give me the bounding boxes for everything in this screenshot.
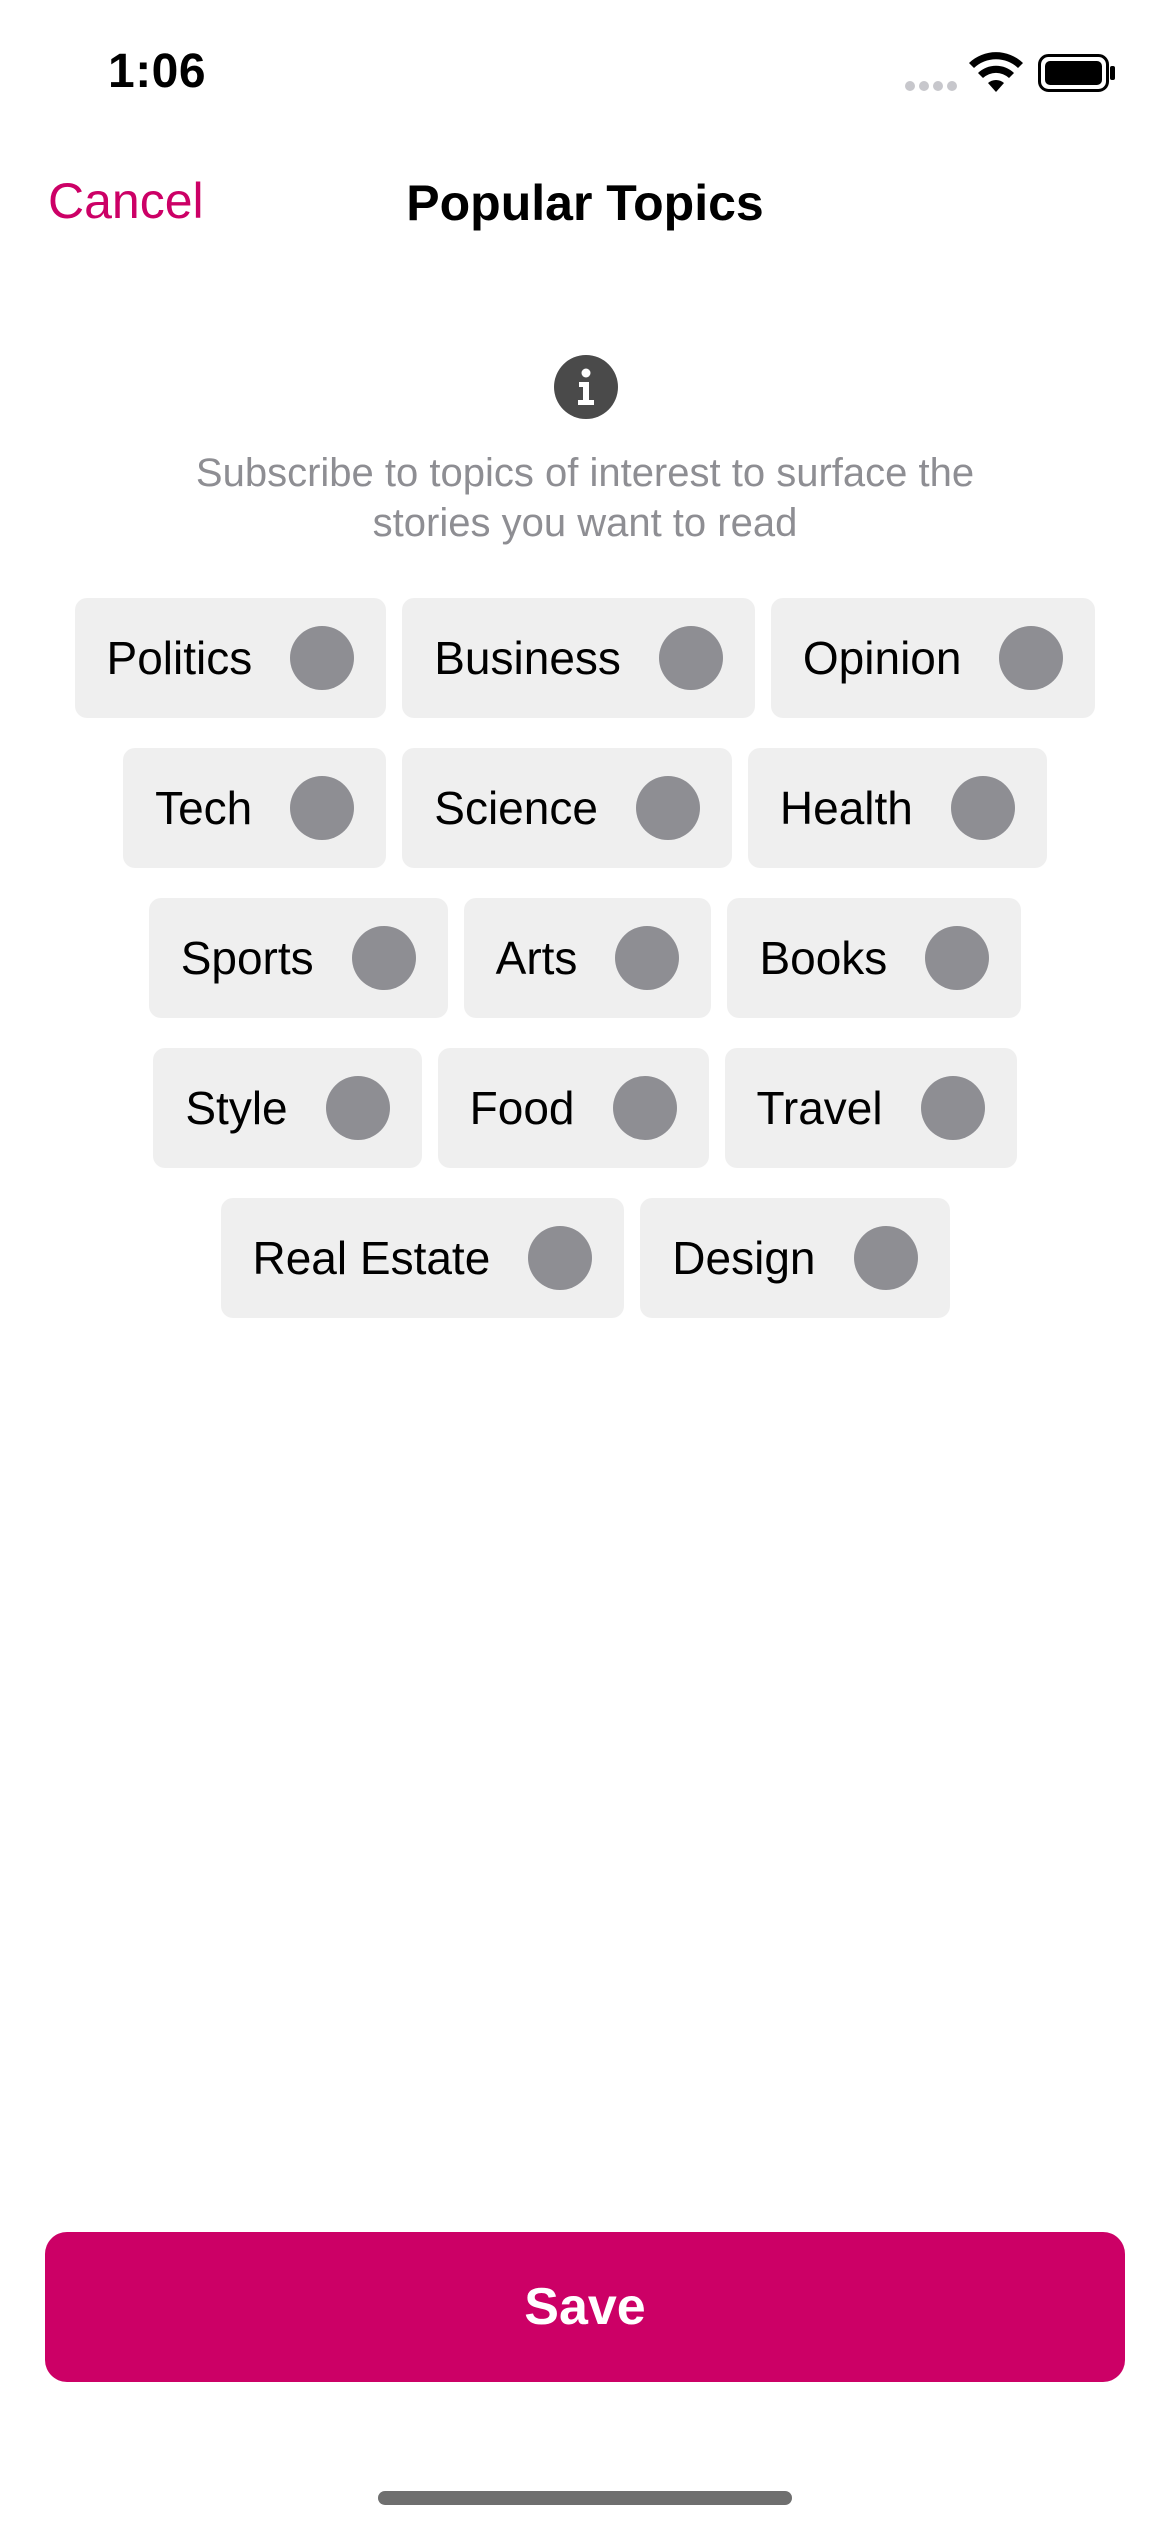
unselected-indicator-icon bbox=[853, 1226, 918, 1290]
topic-chip-label: Books bbox=[759, 932, 888, 984]
info-icon bbox=[554, 355, 618, 419]
topic-chip-label: Real Estate bbox=[252, 1232, 491, 1284]
topic-chip-label: Sports bbox=[180, 932, 314, 984]
topic-chip-label: Politics bbox=[106, 632, 253, 684]
topic-chip-real-estate[interactable]: Real Estate bbox=[220, 1198, 625, 1318]
topic-chip-label: Science bbox=[434, 782, 598, 834]
subtitle: Subscribe to topics of interest to surfa… bbox=[195, 451, 975, 545]
topic-chip-politics[interactable]: Politics bbox=[74, 598, 387, 718]
unselected-indicator-icon bbox=[999, 626, 1064, 690]
battery-icon bbox=[1038, 54, 1115, 92]
nav-bar: Cancel Popular Topics bbox=[0, 150, 1170, 270]
topic-row: Real Estate Design bbox=[0, 1198, 1170, 1318]
topic-chip-label: Tech bbox=[155, 782, 253, 834]
topic-chip-science[interactable]: Science bbox=[402, 748, 732, 868]
topic-row: Tech Science Health bbox=[0, 748, 1170, 868]
signal-icon bbox=[905, 81, 957, 91]
topic-chip-tech[interactable]: Tech bbox=[123, 748, 387, 868]
topic-chips: Politics Business Opinion Tech Science Health… bbox=[0, 598, 1170, 1348]
status-time: 1:06 bbox=[108, 45, 207, 98]
unselected-indicator-icon bbox=[950, 776, 1015, 840]
topic-chip-label: Opinion bbox=[802, 632, 962, 684]
topic-chip-food[interactable]: Food bbox=[437, 1048, 709, 1168]
unselected-indicator-icon bbox=[290, 626, 355, 690]
wifi-icon bbox=[969, 52, 1023, 92]
topic-chip-books[interactable]: Books bbox=[727, 898, 1022, 1018]
topic-row: Style Food Travel bbox=[0, 1048, 1170, 1168]
unselected-indicator-icon bbox=[528, 1226, 593, 1290]
topic-chip-style[interactable]: Style bbox=[153, 1048, 422, 1168]
topic-chip-arts[interactable]: Arts bbox=[463, 898, 712, 1018]
topic-row: Politics Business Opinion bbox=[0, 598, 1170, 718]
topic-chip-opinion[interactable]: Opinion bbox=[770, 598, 1096, 718]
unselected-indicator-icon bbox=[925, 926, 990, 990]
topic-chip-label: Food bbox=[469, 1082, 575, 1134]
topic-chip-label: Business bbox=[434, 632, 621, 684]
unselected-indicator-icon bbox=[615, 926, 680, 990]
topic-chip-sports[interactable]: Sports bbox=[148, 898, 448, 1018]
topic-chip-label: Arts bbox=[495, 932, 578, 984]
topic-chip-label: Travel bbox=[756, 1082, 883, 1134]
topic-chip-travel[interactable]: Travel bbox=[724, 1048, 1017, 1168]
topic-row: Sports Arts Books bbox=[0, 898, 1170, 1018]
save-button[interactable]: Save bbox=[45, 2232, 1125, 2382]
unselected-indicator-icon bbox=[658, 626, 723, 690]
topic-chip-health[interactable]: Health bbox=[747, 748, 1047, 868]
topic-chip-label: Health bbox=[779, 782, 913, 834]
topic-chip-label: Style bbox=[185, 1082, 288, 1134]
topic-chip-design[interactable]: Design bbox=[640, 1198, 950, 1318]
home-indicator bbox=[378, 2491, 792, 2505]
cancel-button[interactable]: Cancel bbox=[48, 172, 204, 230]
unselected-indicator-icon bbox=[920, 1076, 985, 1140]
topic-chip-business[interactable]: Business bbox=[402, 598, 755, 718]
unselected-indicator-icon bbox=[351, 926, 416, 990]
status-bar: 1:06 bbox=[0, 0, 1170, 150]
unselected-indicator-icon bbox=[290, 776, 355, 840]
topic-chip-label: Design bbox=[672, 1232, 816, 1284]
unselected-indicator-icon bbox=[635, 776, 700, 840]
unselected-indicator-icon bbox=[612, 1076, 677, 1140]
unselected-indicator-icon bbox=[325, 1076, 390, 1140]
